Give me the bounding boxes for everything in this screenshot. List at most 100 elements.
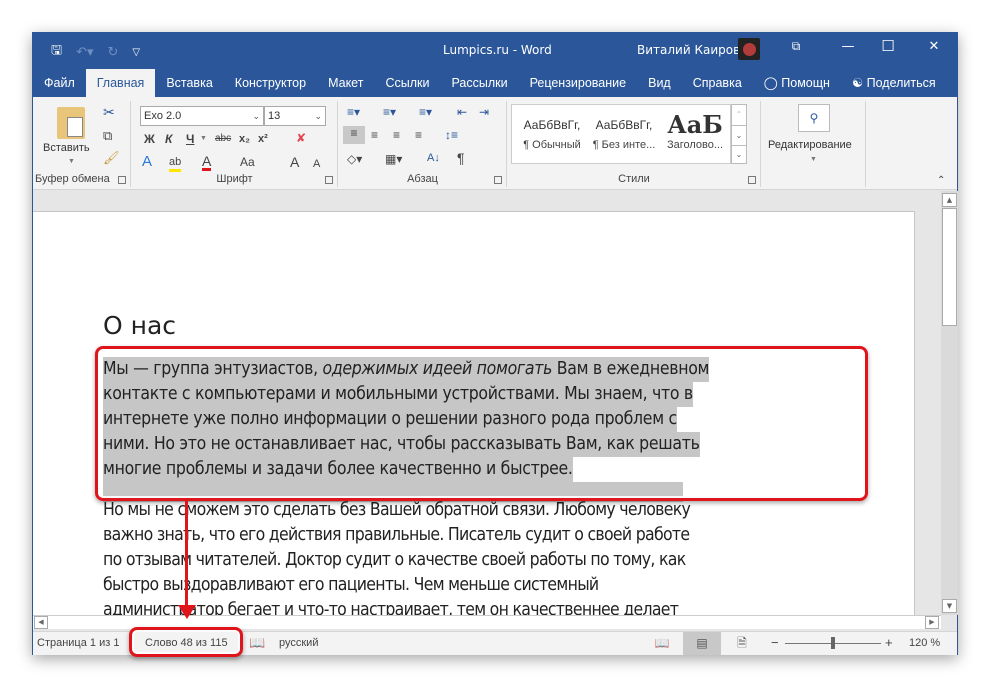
- zoom-out-button[interactable]: −: [771, 635, 779, 650]
- format-painter-icon[interactable]: 🖌: [103, 151, 120, 165]
- scroll-down-icon[interactable]: ▼: [942, 599, 957, 613]
- tab-design[interactable]: Конструктор: [224, 69, 317, 97]
- word-window: 🖫 ↶▾ ↻ ▽ Lumpics.ru - Word Виталий Каиро…: [32, 32, 958, 655]
- tab-references[interactable]: Ссылки: [374, 69, 440, 97]
- paragraph-launcher-icon[interactable]: [494, 176, 502, 184]
- superscript-button[interactable]: x²: [258, 132, 268, 146]
- tab-view[interactable]: Вид: [637, 69, 682, 97]
- cut-icon[interactable]: ✂: [103, 105, 115, 119]
- text-effects-icon[interactable]: A: [142, 154, 152, 169]
- paste-icon[interactable]: [57, 107, 85, 139]
- tab-mailings[interactable]: Рассылки: [440, 69, 518, 97]
- show-formatting-marks-button[interactable]: ¶: [457, 151, 465, 165]
- multilevel-list-icon[interactable]: ≡▾: [419, 105, 432, 119]
- tab-insert[interactable]: Вставка: [155, 69, 223, 97]
- clear-formatting-icon[interactable]: ✘: [296, 131, 306, 145]
- style-normal[interactable]: АаБбВвГг, ¶ Обычный: [516, 111, 588, 151]
- strikethrough-button[interactable]: abc: [215, 132, 231, 146]
- scroll-up-icon[interactable]: ⌃: [732, 105, 746, 125]
- scroll-thumb[interactable]: [942, 208, 957, 326]
- font-color-icon[interactable]: A: [202, 154, 212, 171]
- tab-review[interactable]: Рецензирование: [519, 69, 638, 97]
- numbering-icon[interactable]: ≡▾: [383, 105, 396, 119]
- paragraph[interactable]: Но мы не сможем это сделать без Вашей об…: [103, 498, 863, 615]
- highlight-color-icon[interactable]: ab: [169, 155, 182, 172]
- font-size-combo[interactable]: 13 ⌄: [264, 106, 326, 126]
- paste-button[interactable]: Вставить: [43, 141, 90, 155]
- align-left-button[interactable]: ≡: [343, 126, 365, 144]
- tab-layout[interactable]: Макет: [317, 69, 374, 97]
- undo-icon[interactable]: ↶▾: [76, 45, 93, 60]
- tab-file[interactable]: Файл: [33, 69, 86, 97]
- user-name[interactable]: Виталий Каиров: [637, 43, 740, 57]
- web-layout-icon[interactable]: 🗎: [723, 632, 761, 655]
- annotation-arrow-head: [178, 605, 196, 619]
- group-editing: ⚲ Редактирование ▼: [762, 101, 866, 187]
- scroll-right-icon[interactable]: ▶: [925, 616, 939, 629]
- tab-help[interactable]: Справка: [682, 69, 753, 97]
- read-mode-icon[interactable]: 📖: [643, 632, 681, 655]
- font-launcher-icon[interactable]: [325, 176, 333, 184]
- align-right-button[interactable]: ≡: [393, 128, 400, 142]
- minimize-button[interactable]: —: [833, 39, 863, 54]
- save-icon[interactable]: 🖫: [51, 41, 62, 63]
- tell-me-search[interactable]: ◯ Помощн: [753, 69, 841, 97]
- search-icon[interactable]: ⚲: [798, 104, 830, 132]
- ribbon-tabs: Файл Главная Вставка Конструктор Макет С…: [33, 69, 957, 97]
- style-preview: АаБ: [667, 110, 723, 139]
- borders-icon[interactable]: ▦▾: [385, 152, 402, 166]
- zoom-in-button[interactable]: +: [885, 635, 893, 650]
- clipboard-launcher-icon[interactable]: [118, 176, 126, 184]
- page-count[interactable]: Страница 1 из 1: [37, 637, 119, 649]
- font-name-combo[interactable]: Exo 2.0 ⌄: [140, 106, 264, 126]
- underline-button[interactable]: Ч: [186, 132, 194, 146]
- group-font: Exo 2.0 ⌄ 13 ⌄ Ж К Ч ▼ abc x₂ x² ✘ A ab A …: [132, 101, 338, 187]
- style-no-spacing[interactable]: АаБбВвГг, ¶ Без инте...: [588, 111, 660, 151]
- scroll-down-icon[interactable]: ⌄: [732, 125, 746, 145]
- editing-button[interactable]: Редактирование: [768, 138, 852, 152]
- copy-icon[interactable]: ⧉: [103, 129, 112, 143]
- styles-scrollbar: ⌃ ⌄ ⌄: [731, 104, 747, 164]
- change-case-button[interactable]: Aa: [240, 155, 255, 169]
- print-layout-icon[interactable]: ▤: [683, 632, 721, 655]
- styles-launcher-icon[interactable]: [748, 176, 756, 184]
- scroll-left-icon[interactable]: ◀: [34, 616, 48, 629]
- vertical-scrollbar[interactable]: ▲ ▼: [941, 191, 958, 615]
- language[interactable]: русский: [279, 637, 318, 649]
- sort-icon[interactable]: A↓: [427, 151, 440, 165]
- editing-dropdown-icon[interactable]: ▼: [810, 153, 817, 167]
- subscript-button[interactable]: x₂: [239, 132, 250, 146]
- underline-dropdown-icon[interactable]: ▼: [200, 132, 207, 146]
- italic-button[interactable]: К: [165, 132, 172, 146]
- close-button[interactable]: ✕: [919, 39, 949, 54]
- customize-qat-icon[interactable]: ▽: [132, 47, 140, 58]
- decrease-indent-icon[interactable]: ⇤: [457, 105, 467, 119]
- maximize-button[interactable]: ☐: [873, 37, 903, 55]
- scroll-up-icon[interactable]: ▲: [942, 193, 957, 207]
- zoom-slider-thumb[interactable]: [831, 637, 835, 649]
- bold-button[interactable]: Ж: [144, 132, 155, 146]
- grow-font-button[interactable]: A: [290, 155, 299, 169]
- shading-icon[interactable]: ◇▾: [347, 152, 362, 166]
- shrink-font-button[interactable]: A: [313, 157, 320, 171]
- increase-indent-icon[interactable]: ⇥: [479, 105, 489, 119]
- bullets-icon[interactable]: ≡▾: [347, 105, 360, 119]
- zoom-level[interactable]: 120 %: [909, 637, 940, 649]
- lightbulb-icon: ◯: [763, 76, 778, 90]
- share-button[interactable]: ☯ Поделиться: [841, 69, 947, 97]
- paste-dropdown-icon[interactable]: ▼: [68, 155, 75, 169]
- group-paragraph: ≡▾ ≡▾ ≡▾ ⇤ ⇥ ≡ ≡ ≡ ≡ ↕≡ ◇▾ ▦▾ A↓ ¶ Абзац: [339, 101, 507, 187]
- chevron-down-icon: ⌄: [252, 111, 260, 121]
- tab-home[interactable]: Главная: [85, 69, 156, 97]
- style-heading[interactable]: АаБ Заголово...: [660, 110, 730, 152]
- person-add-icon: ☯: [851, 76, 864, 90]
- more-styles-icon[interactable]: ⌄: [732, 145, 746, 163]
- avatar[interactable]: [738, 38, 760, 60]
- justify-button[interactable]: ≡: [415, 128, 422, 142]
- line-spacing-icon[interactable]: ↕≡: [445, 128, 458, 142]
- proofing-icon[interactable]: 📖: [249, 635, 265, 651]
- collapse-ribbon-icon[interactable]: ⌃: [937, 174, 945, 188]
- align-center-button[interactable]: ≡: [371, 128, 378, 142]
- ribbon-display-options-icon[interactable]: ⧉: [781, 39, 811, 54]
- redo-icon[interactable]: ↻: [108, 45, 119, 60]
